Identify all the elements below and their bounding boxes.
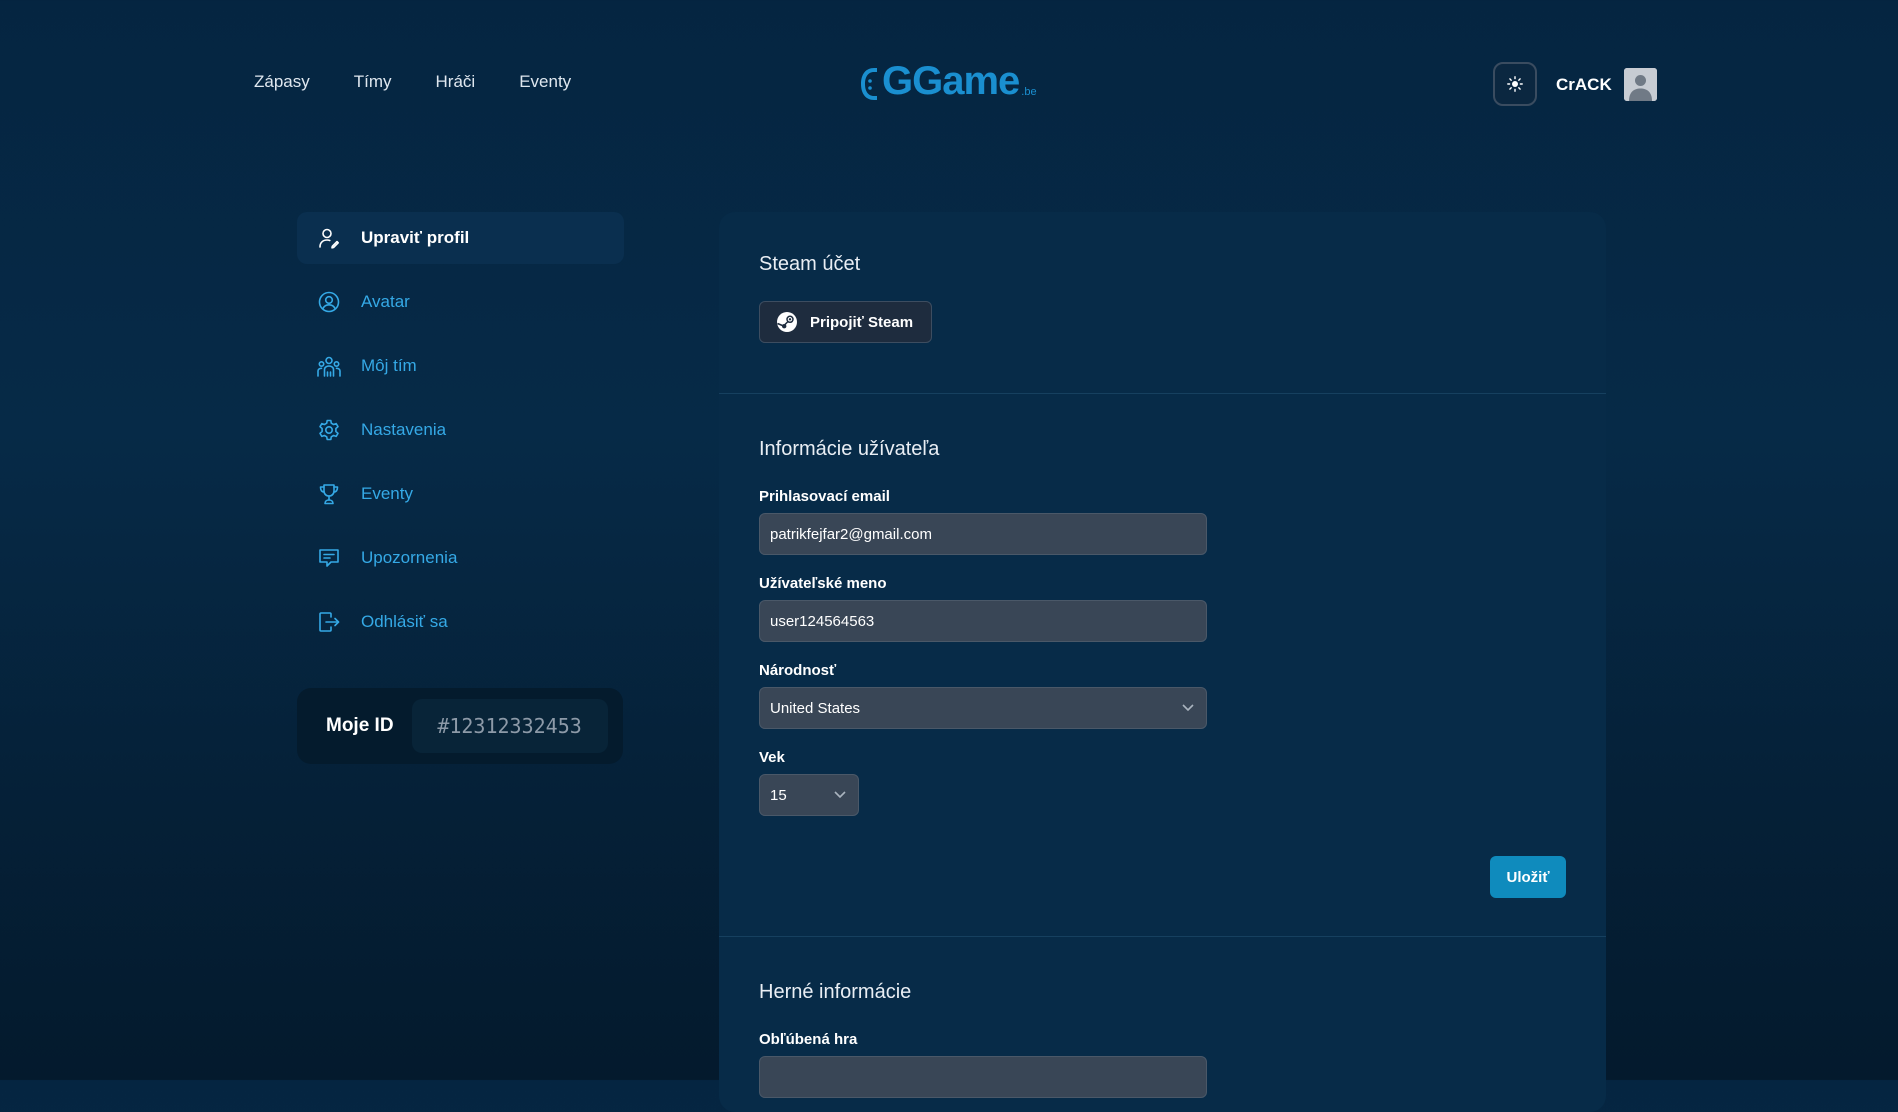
team-icon: [317, 354, 341, 378]
username-label: Užívateľské meno: [759, 575, 887, 592]
user-info-section: Informácie užívateľa Prihlasovací email …: [719, 394, 1606, 937]
sidebar-item-my-team[interactable]: Môj tím: [297, 340, 624, 392]
my-id-card: Moje ID #12312332453: [297, 688, 623, 764]
user-edit-icon: [317, 226, 341, 250]
chevron-down-icon: [1182, 704, 1194, 712]
avatar[interactable]: [1624, 68, 1657, 101]
nationality-label: Národnosť: [759, 662, 837, 679]
main-nav: Zápasy Tímy Hráči Eventy: [254, 72, 571, 92]
connect-steam-label: Pripojiť Steam: [810, 313, 914, 331]
sidebar-item-label: Odhlásiť sa: [361, 612, 448, 631]
connect-steam-button[interactable]: Pripojiť Steam: [759, 301, 933, 343]
nationality-value: United States: [770, 699, 861, 717]
sidebar-item-settings[interactable]: Nastavenia: [297, 404, 624, 456]
age-select[interactable]: 15: [759, 774, 859, 816]
save-button[interactable]: Uložiť: [1490, 856, 1566, 898]
username[interactable]: CrACK: [1556, 75, 1612, 95]
sidebar-item-label: Avatar: [361, 292, 410, 311]
notification-icon: [317, 546, 341, 570]
my-id-value[interactable]: #12312332453: [411, 699, 608, 753]
steam-section-title: Steam účet: [759, 253, 861, 275]
game-info-section: Herné informácie Obľúbená hra: [719, 937, 1606, 1112]
email-field[interactable]: patrikfejfar2@gmail.com: [759, 513, 1207, 555]
sidebar-item-edit-profile[interactable]: Upraviť profil: [297, 212, 624, 264]
sidebar-item-notifications[interactable]: Upozornenia: [297, 532, 624, 584]
user-info-title: Informácie užívateľa: [759, 438, 940, 460]
steam-icon: [777, 312, 797, 332]
gear-icon: [317, 418, 341, 442]
profile-sidebar: Upraviť profil Avatar Môj tím Nastavenia…: [297, 212, 624, 660]
theme-toggle-button[interactable]: [1493, 62, 1537, 106]
nav-link-matches[interactable]: Zápasy: [254, 72, 310, 92]
steam-section: Steam účet Pripojiť Steam: [719, 212, 1606, 394]
favorite-game-label: Obľúbená hra: [759, 1031, 858, 1048]
sidebar-item-logout[interactable]: Odhlásiť sa: [297, 596, 624, 648]
email-label: Prihlasovací email: [759, 488, 890, 505]
nav-link-players[interactable]: Hráči: [436, 72, 476, 92]
sidebar-item-label: Eventy: [361, 484, 413, 503]
profile-panel: Steam účet Pripojiť Steam Informácie uží…: [719, 212, 1606, 1112]
logout-icon: [317, 610, 341, 634]
chevron-down-icon: [834, 791, 846, 799]
sidebar-item-label: Nastavenia: [361, 420, 447, 439]
user-avatar-icon: [1624, 68, 1657, 101]
user-circle-icon: [317, 290, 341, 314]
favorite-game-select[interactable]: [759, 1056, 1207, 1098]
sidebar-item-label: Upozornenia: [361, 548, 458, 567]
sidebar-item-events[interactable]: Eventy: [297, 468, 624, 520]
gamepad-logo-icon: [861, 68, 877, 100]
age-value: 15: [770, 786, 787, 804]
trophy-icon: [317, 482, 341, 506]
sun-icon: [1507, 76, 1523, 92]
game-info-title: Herné informácie: [759, 981, 912, 1003]
email-value: patrikfejfar2@gmail.com: [770, 525, 932, 543]
sidebar-item-label: Upraviť profil: [361, 228, 470, 247]
nav-link-teams[interactable]: Tímy: [354, 72, 392, 92]
age-label: Vek: [759, 749, 785, 766]
username-field[interactable]: user124564563: [759, 600, 1207, 642]
username-value: user124564563: [770, 612, 875, 630]
my-id-label: Moje ID: [326, 715, 394, 736]
logo[interactable]: GGame .be: [858, 60, 1037, 102]
nav-link-events[interactable]: Eventy: [519, 72, 571, 92]
logo-tld: .be: [1021, 86, 1037, 98]
sidebar-item-label: Môj tím: [361, 356, 417, 375]
logo-text: GGame: [882, 59, 1020, 103]
sidebar-item-avatar[interactable]: Avatar: [297, 276, 624, 328]
nationality-select[interactable]: United States: [759, 687, 1207, 729]
